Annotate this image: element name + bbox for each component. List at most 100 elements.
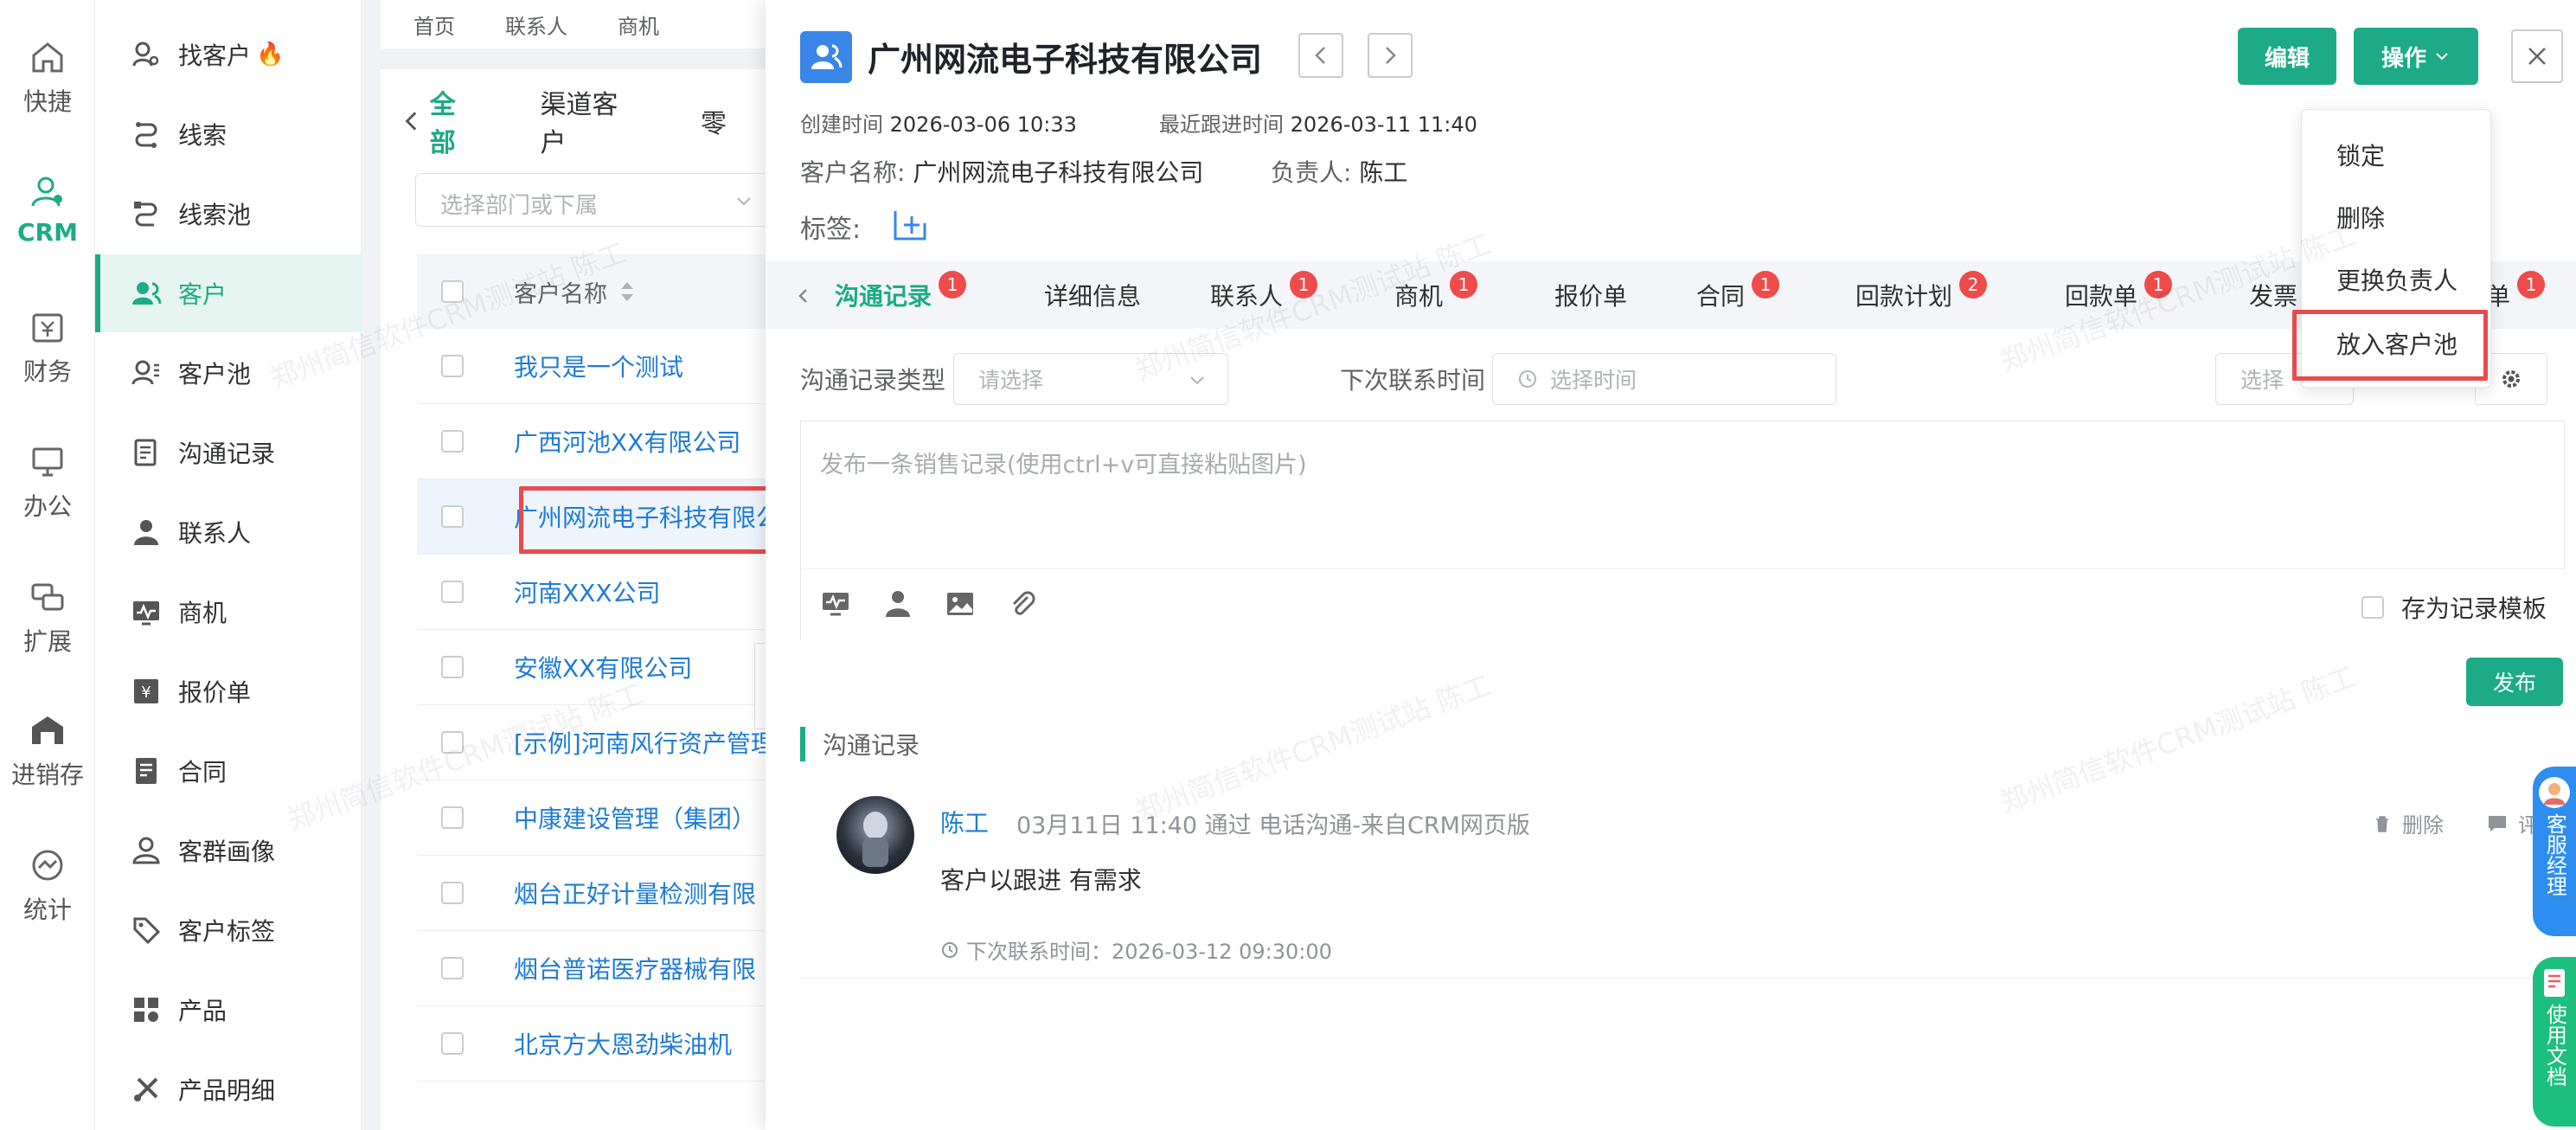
row-checkbox[interactable] — [441, 882, 464, 904]
customer-name-link[interactable]: 我只是一个测试 — [514, 349, 683, 383]
record-author[interactable]: 陈工 — [940, 805, 989, 839]
rail-item-warehouse[interactable]: 进销存 — [0, 711, 95, 791]
record-meta: 03月11日 11:40 通过 电话沟通-来自CRM网页版 — [1016, 812, 1530, 839]
customer-name-link[interactable]: 烟台正好计量检测有限 — [514, 876, 756, 910]
rail-item-finance[interactable]: 财务 — [0, 308, 95, 388]
attachment-icon[interactable] — [1007, 588, 1038, 620]
lead-pool-icon — [134, 202, 157, 227]
category-tab-partial[interactable]: 零 — [701, 102, 727, 140]
table-row[interactable]: 中康建设管理（集团） — [417, 780, 768, 856]
menu-item-find-customer[interactable]: 找客户 🔥 — [95, 16, 362, 93]
rail-item-quick[interactable]: 快捷 — [0, 38, 95, 118]
top-tab-home[interactable]: 首页 — [413, 10, 455, 40]
add-tag-icon[interactable] — [892, 206, 930, 244]
customer-name-link[interactable]: [示例]河南风行资产管理 — [514, 725, 768, 760]
delete-record-button[interactable]: 删除 — [2373, 808, 2444, 838]
top-tab-opportunity[interactable]: 商机 — [618, 10, 659, 40]
row-checkbox[interactable] — [441, 430, 464, 453]
table-row[interactable]: 烟台正好计量检测有限 — [417, 856, 768, 931]
menu-item-contract[interactable]: 合同 — [95, 732, 362, 810]
row-checkbox[interactable] — [441, 731, 464, 754]
customer-name-link[interactable]: 河南XXX公司 — [514, 575, 661, 609]
tab-contract[interactable]: 合同 1 — [1696, 261, 1780, 329]
next-record-button[interactable] — [1368, 33, 1413, 78]
prev-record-button[interactable] — [1298, 33, 1343, 78]
menu-item-lead-pool[interactable]: 线索池 — [95, 175, 362, 253]
chevron-left-icon[interactable] — [793, 286, 814, 306]
menu-item-contact[interactable]: 联系人 — [95, 493, 362, 571]
tab-order[interactable]: 单1 — [2486, 261, 2546, 329]
category-tab-channel[interactable]: 渠道客户 — [540, 83, 640, 159]
avatar — [836, 796, 914, 874]
tab-receipt[interactable]: 回款单 1 — [2065, 261, 2173, 329]
menu-item-delete[interactable]: 删除 — [2336, 200, 2385, 234]
image-icon[interactable] — [945, 588, 976, 620]
table-row[interactable]: 安徽XX有限公司 — [417, 630, 768, 705]
table-row[interactable]: [示例]河南风行资产管理 — [417, 705, 768, 780]
category-tab-all[interactable]: 全部 — [430, 83, 480, 159]
tab-detail-info[interactable]: 详细信息 — [1044, 261, 1141, 329]
menu-item-product-detail[interactable]: 产品明细 — [95, 1050, 362, 1128]
menu-item-customer-pool[interactable]: 客户池 — [95, 334, 362, 412]
close-button[interactable] — [2511, 29, 2563, 83]
menu-item-change-owner[interactable]: 更换负责人 — [2336, 262, 2457, 297]
table-row[interactable]: 烟台普诺医疗器械有限 — [417, 931, 768, 1006]
table-row[interactable]: 广西河池XX有限公司 — [417, 404, 768, 479]
chevron-left-icon[interactable] — [398, 106, 426, 136]
customer-name-link[interactable]: 北京方大恩劲柴油机 — [514, 1026, 732, 1061]
column-header-customer-name[interactable]: 客户名称 — [514, 275, 607, 309]
screen-record-icon[interactable] — [820, 588, 851, 620]
menu-item-opportunity[interactable]: 商机 — [95, 573, 362, 651]
menu-item-customer[interactable]: 客户 — [95, 254, 362, 332]
tab-quotation[interactable]: 报价单 — [1554, 261, 1627, 329]
contact-person-icon[interactable] — [882, 588, 913, 620]
table-row[interactable]: 河南XXX公司 — [417, 555, 768, 630]
operations-button[interactable]: 操作 — [2354, 28, 2478, 85]
row-checkbox[interactable] — [441, 355, 464, 377]
rail-item-stats[interactable]: 统计 — [0, 846, 95, 926]
row-checkbox[interactable] — [441, 1032, 464, 1055]
customer-name-link[interactable]: 安徽XX有限公司 — [514, 650, 692, 684]
next-contact-picker[interactable]: 选择时间 — [1492, 353, 1836, 405]
menu-item-lock[interactable]: 锁定 — [2336, 138, 2385, 172]
float-tab-service-manager[interactable]: 客服经理 — [2533, 767, 2576, 936]
tab-opportunity[interactable]: 商机 1 — [1394, 261, 1478, 329]
row-checkbox[interactable] — [441, 806, 464, 829]
menu-item-communication[interactable]: 沟通记录 — [95, 414, 362, 491]
comment-record-button[interactable]: 评 — [2487, 808, 2539, 838]
save-as-template[interactable]: 存为记录模板 — [2361, 590, 2547, 625]
rail-item-extend[interactable]: 扩展 — [0, 578, 95, 658]
customer-name-link[interactable]: 中康建设管理（集团） — [514, 800, 756, 835]
edit-button[interactable]: 编辑 — [2238, 28, 2336, 85]
float-tab-docs[interactable]: 使用文档 — [2533, 957, 2576, 1127]
select-all-checkbox[interactable] — [441, 280, 464, 303]
rail-item-office[interactable]: 办公 — [0, 443, 95, 523]
row-checkbox[interactable] — [441, 581, 464, 603]
customer-name-link[interactable]: 烟台普诺医疗器械有限 — [514, 951, 756, 986]
menu-item-quotation[interactable]: ¥ 报价单 — [95, 652, 362, 730]
menu-item-tag[interactable]: 客户标签 — [95, 891, 362, 969]
publish-button[interactable]: 发布 — [2466, 658, 2563, 706]
menu-item-profile[interactable]: 客群画像 — [95, 812, 362, 889]
rail-item-crm[interactable]: CRM — [0, 173, 95, 247]
tab-invoice[interactable]: 发票 — [2249, 261, 2297, 329]
tab-contact[interactable]: 联系人 1 — [1210, 261, 1318, 329]
dept-select[interactable]: 选择部门或下属 — [415, 173, 768, 227]
tab-communication[interactable]: 沟通记录 1 — [835, 261, 967, 329]
save-template-checkbox[interactable] — [2361, 596, 2384, 619]
row-checkbox[interactable] — [441, 505, 464, 528]
customer-detail-drawer: 广州网流电子科技有限公司 编辑 操作 创建时间 2026-03-06 10:33… — [766, 0, 2576, 1130]
row-checkbox[interactable] — [441, 957, 464, 979]
record-type-select[interactable]: 请选择 — [953, 353, 1228, 405]
customer-name-link[interactable]: 广西河池XX有限公司 — [514, 424, 740, 459]
menu-item-lead[interactable]: 线索 — [95, 95, 362, 173]
sort-icon[interactable] — [618, 279, 637, 305]
record-editor[interactable]: 发布一条销售记录(使用ctrl+v可直接粘贴图片) 存为记录模板 — [800, 421, 2566, 641]
menu-item-product[interactable]: 产品 — [95, 971, 362, 1049]
tab-badge: 1 — [1752, 271, 1780, 299]
table-row[interactable]: 我只是一个测试 — [417, 329, 768, 404]
tab-payment-plan[interactable]: 回款计划 2 — [1855, 261, 1988, 329]
row-checkbox[interactable] — [441, 656, 464, 678]
table-row[interactable]: 北京方大恩劲柴油机 — [417, 1006, 768, 1082]
top-tab-contact[interactable]: 联系人 — [505, 10, 567, 40]
